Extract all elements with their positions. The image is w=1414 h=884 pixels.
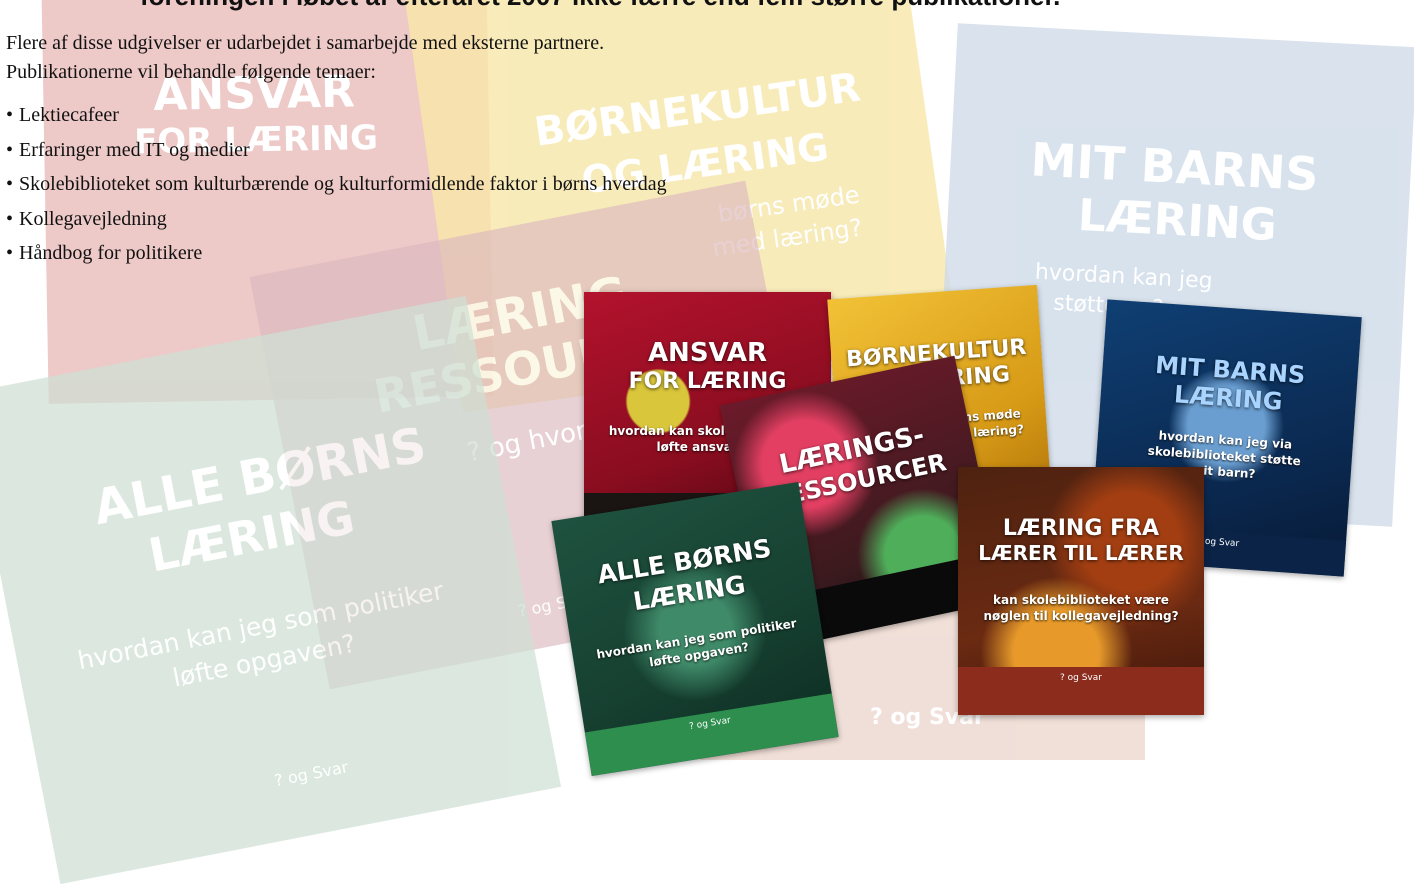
bullet-icon: • — [6, 173, 14, 195]
bg-cover-title2: LÆRING — [1076, 189, 1279, 252]
bg-cover-footer: ? og Svar — [272, 757, 350, 791]
theme-label: Lektiecafeer — [19, 104, 119, 126]
bullet-icon: • — [6, 104, 14, 126]
theme-label: Skolebiblioteket som kulturbærende og ku… — [19, 173, 667, 195]
intro-line-2: Publikationerne vil behandle følgende te… — [6, 61, 376, 83]
cover-title: ANSVAR — [647, 338, 768, 368]
bullet-icon: • — [6, 138, 14, 161]
cover-alle-borns-laering: ALLE BØRNS LÆRING hvordan kan jeg som po… — [551, 482, 839, 776]
cover-laering-fra-laerer-til-laerer: LÆRING FRA LÆRER TIL LÆRER kan skolebibl… — [958, 467, 1204, 715]
background-cover-alle-borns: ALLE BØRNS LÆRING hvordan kan jeg som po… — [0, 295, 562, 884]
theme-list: • Lektiecafeer • Erfaringer med IT og medi… — [6, 103, 667, 276]
page-heading: foreningen i løbet af efteråret 2007 ikk… — [140, 0, 1060, 12]
list-item: • Skolebiblioteket som kulturbærende og k… — [6, 172, 667, 207]
bullet-icon: • — [6, 242, 14, 264]
theme-label: Kollegavejledning — [19, 207, 167, 230]
list-item: • Håndbog for politikere — [6, 241, 667, 276]
cover-footer: ? og Svar — [584, 693, 839, 776]
theme-label: Håndbog for politikere — [19, 242, 203, 264]
bg-cover-title: MIT BARNS — [1029, 132, 1320, 202]
list-item: • Erfaringer med IT og medier — [6, 138, 667, 173]
intro-line-1: Flere af disse udgivelser er udarbejdet … — [6, 32, 605, 54]
list-item: • Lektiecafeer — [6, 103, 667, 138]
cover-title: LÆRING FRA — [1002, 516, 1160, 541]
cover-subtitle-2: nøglen til kollegavejledning? — [983, 609, 1179, 623]
cover-footer: ? og Svar — [958, 667, 1204, 715]
bg-cover-subtitle: hvordan kan jeg — [1034, 259, 1214, 294]
cover-title-2: LÆRER TIL LÆRER — [978, 541, 1184, 565]
theme-label: Erfaringer med IT og medier — [19, 138, 250, 161]
cover-subtitle: kan skolebiblioteket være — [993, 593, 1169, 607]
list-item: • Kollegavejledning — [6, 207, 667, 242]
bullet-icon: • — [6, 207, 14, 230]
